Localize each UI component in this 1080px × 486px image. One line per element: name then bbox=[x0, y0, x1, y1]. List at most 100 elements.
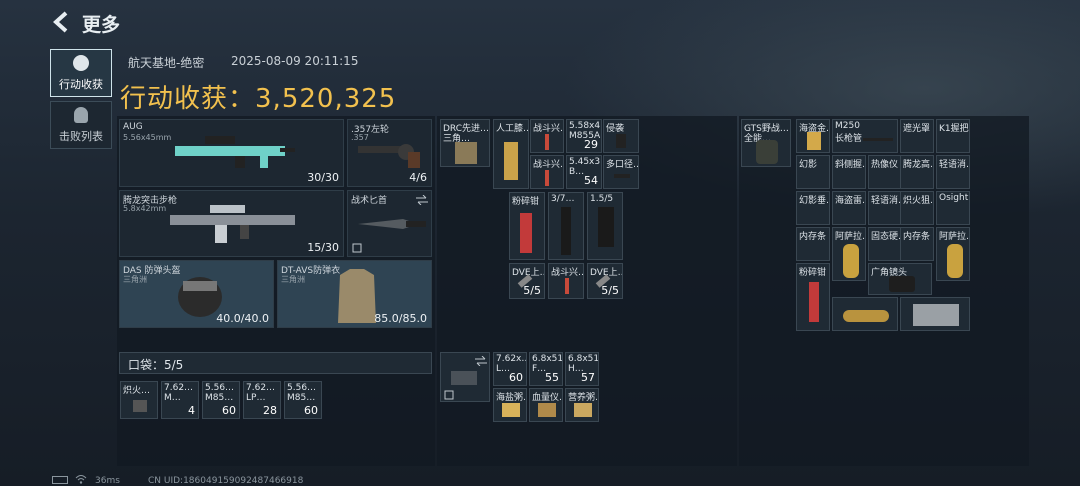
secondary-weapon-slot[interactable]: 腾龙突击步枪 5.8x42mm 15/30 bbox=[119, 190, 344, 257]
rig-item[interactable]: 战斗兴… bbox=[530, 155, 564, 189]
knife-icon bbox=[358, 219, 426, 229]
item-name: 战斗兴… bbox=[533, 160, 563, 170]
assault-rifle-icon bbox=[170, 205, 295, 243]
backpack-item[interactable]: 幻影垂… bbox=[796, 191, 830, 225]
backpack-item[interactable]: 阿萨拉… bbox=[936, 227, 970, 281]
backpack-slot[interactable]: GTS野战… 全能… bbox=[741, 119, 791, 167]
item-count: 54 bbox=[584, 174, 598, 187]
helmet-slot[interactable]: DAS 防弹头盔 三角洲 40.0/40.0 bbox=[119, 260, 274, 328]
backpack-item[interactable]: 遮光罩 bbox=[900, 119, 934, 153]
tab-kills[interactable]: 击败列表 bbox=[50, 101, 112, 149]
rig-item[interactable]: 战斗兴… bbox=[548, 263, 584, 299]
harvest-icon bbox=[73, 54, 89, 71]
optic-icon bbox=[598, 207, 614, 247]
backpack-item[interactable]: 阿萨拉… bbox=[832, 227, 866, 281]
item-name: 炽火狙… bbox=[903, 196, 933, 206]
item-count: 28 bbox=[263, 404, 277, 417]
backpack-item[interactable]: M250 长枪管 bbox=[832, 119, 898, 153]
item-name: 多口径… bbox=[606, 160, 639, 170]
bag-item[interactable]: 营养粥… bbox=[565, 388, 599, 422]
bag-slot[interactable] bbox=[440, 352, 490, 402]
knife-slot[interactable]: 战术匕首 bbox=[347, 190, 432, 257]
back-arrow-icon[interactable] bbox=[52, 11, 72, 33]
pocket-item[interactable]: 5.56… M85… 60 bbox=[284, 381, 322, 419]
rig-item[interactable]: 5.45x3…B…54 bbox=[566, 155, 602, 189]
barrel-icon bbox=[863, 138, 893, 141]
rig-item[interactable]: 侵袭 bbox=[603, 119, 639, 153]
item-name: 7.62… bbox=[246, 383, 276, 393]
backpack-item[interactable]: 海盗雷… bbox=[832, 191, 866, 225]
backpack-item[interactable]: 炽火狙… bbox=[900, 191, 934, 225]
bag-item[interactable]: 6.8x51…F…55 bbox=[529, 352, 563, 386]
pliers-icon bbox=[520, 213, 532, 253]
backpack-item[interactable]: 轻语消… bbox=[936, 155, 970, 189]
pocket-item[interactable]: 7.62… LP… 28 bbox=[243, 381, 281, 419]
backpack-item[interactable]: 固态硬… bbox=[868, 227, 902, 261]
backpack-item[interactable]: 粉碎钳 bbox=[796, 263, 830, 331]
rig-item[interactable]: 战斗兴… bbox=[530, 119, 564, 153]
rig-item[interactable]: 人工膝… bbox=[493, 119, 529, 189]
backpack-item[interactable] bbox=[832, 297, 898, 331]
weapon-name: 战术匕首 bbox=[351, 196, 388, 206]
rig-item[interactable]: 1.5/5 bbox=[587, 192, 623, 260]
tab-harvest[interactable]: 行动收获 bbox=[50, 49, 112, 97]
rig-item[interactable]: 3/7… bbox=[548, 192, 584, 260]
bag-item[interactable]: 海盐粥… bbox=[493, 388, 527, 422]
backpack-item[interactable]: K1握把 bbox=[936, 119, 970, 153]
rig-item[interactable]: 多口径… bbox=[603, 155, 639, 189]
food-icon bbox=[574, 403, 592, 417]
rig-item[interactable]: DVE上… 5/5 bbox=[587, 263, 623, 299]
backpack-item[interactable]: 腾龙高… bbox=[900, 155, 934, 189]
pocket-item[interactable]: 炽火… bbox=[120, 381, 158, 419]
golden-lamp-icon bbox=[843, 310, 889, 322]
bound-icon bbox=[444, 390, 454, 400]
pocket-item[interactable]: 7.62… M… 4 bbox=[161, 381, 199, 419]
page-title: 更多 bbox=[82, 14, 121, 36]
backpack-item[interactable]: 热像仪 bbox=[868, 155, 902, 189]
backpack-item[interactable]: Osight bbox=[936, 191, 970, 225]
item-name: 粉碎钳 bbox=[799, 268, 827, 278]
backpack-item[interactable]: 内存条 bbox=[900, 227, 934, 261]
harvest-value: 3,520,325 bbox=[255, 84, 397, 114]
backpack-item[interactable]: 海盗金… bbox=[796, 119, 830, 153]
chest-rig-slot[interactable]: DRC先进… 三角… bbox=[440, 119, 490, 167]
item-name: 海盐粥… bbox=[496, 393, 526, 403]
item-name: Osight bbox=[939, 193, 969, 203]
rig-item[interactable]: 粉碎钳 bbox=[509, 192, 545, 260]
item-name: 遮光罩 bbox=[903, 124, 931, 134]
item-name: 轻语消… bbox=[939, 160, 969, 170]
backpack-item[interactable] bbox=[900, 297, 970, 331]
backpack-item[interactable]: 广角镜头 bbox=[868, 263, 932, 295]
item-name: 血量仪… bbox=[532, 393, 562, 403]
item-name: K1握把 bbox=[939, 124, 969, 134]
item-name: 5.58x4… bbox=[569, 121, 601, 131]
pocket-item[interactable]: 5.56… M85… 60 bbox=[202, 381, 240, 419]
pistol-slot[interactable]: .357左轮 .357 4/6 bbox=[347, 119, 432, 187]
item-count: 57 bbox=[581, 371, 595, 384]
item-name: 6.8x51… bbox=[568, 354, 599, 364]
tab-label: 行动收获 bbox=[59, 77, 103, 91]
backpack-item[interactable]: 轻语消… bbox=[868, 191, 902, 225]
pliers-icon bbox=[809, 282, 819, 322]
gear-brand: 三角洲 bbox=[281, 275, 305, 284]
bag-item[interactable]: 血量仪… bbox=[529, 388, 563, 422]
item-name: 热像仪 bbox=[871, 160, 899, 170]
backpack-item[interactable]: 斜侧握… bbox=[832, 155, 866, 189]
bag-item[interactable]: 7.62x… L… 60 bbox=[493, 352, 527, 386]
scope-icon bbox=[561, 207, 571, 255]
armor-slot[interactable]: DT-AVS防弹衣 三角洲 85.0/85.0 bbox=[277, 260, 432, 328]
metal-plate-icon bbox=[913, 304, 959, 326]
item-name: 营养粥… bbox=[568, 393, 598, 403]
syringe-icon bbox=[545, 170, 549, 186]
durability: 40.0/40.0 bbox=[216, 312, 269, 325]
item-name: 侵袭 bbox=[606, 124, 625, 134]
rig-item[interactable]: DVE上… 5/5 bbox=[509, 263, 545, 299]
item-sub: M85… bbox=[205, 393, 234, 403]
item-count: 60 bbox=[222, 404, 236, 417]
backpack-item[interactable]: 幻影 bbox=[796, 155, 830, 189]
rig-item[interactable]: 5.58x4…M855A…29 bbox=[566, 119, 602, 153]
primary-weapon-slot[interactable]: AUG 5.56x45mm 30/30 bbox=[119, 119, 344, 187]
golden-vase-icon bbox=[947, 244, 963, 278]
backpack-item[interactable]: 内存条 bbox=[796, 227, 830, 261]
bag-item[interactable]: 6.8x51…H…57 bbox=[565, 352, 599, 386]
